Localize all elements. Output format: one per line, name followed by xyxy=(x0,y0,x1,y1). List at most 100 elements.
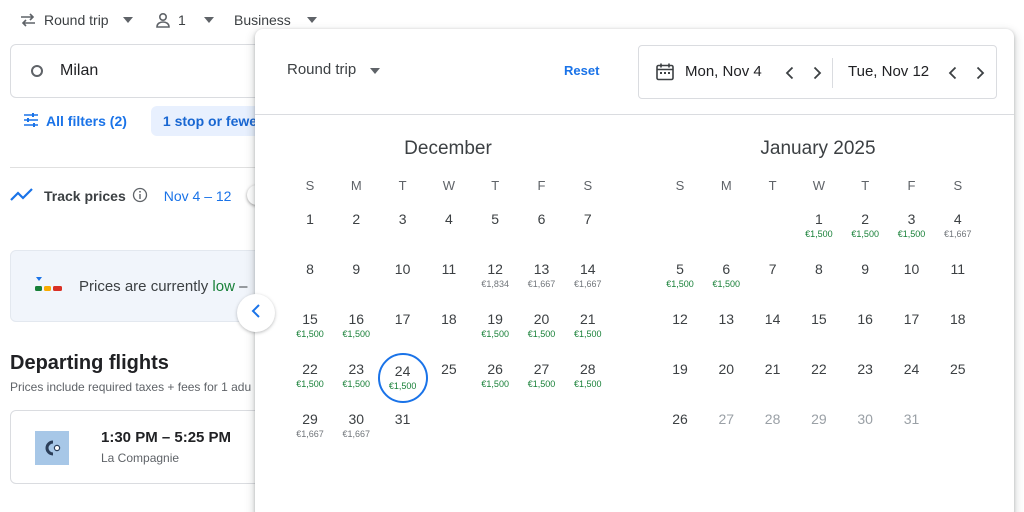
trip-type-selector[interactable]: Round trip xyxy=(18,8,133,32)
track-prices-label: Track prices xyxy=(44,188,126,204)
calendar-day[interactable]: 12 xyxy=(657,305,703,351)
calendar-day[interactable]: 24 xyxy=(889,355,935,401)
info-icon[interactable] xyxy=(132,187,148,206)
origin-value: Milan xyxy=(60,62,99,79)
calendar-day[interactable]: 10 xyxy=(380,255,426,301)
calendar-day[interactable]: 8 xyxy=(796,255,842,301)
calendar-day-selected[interactable]: 24 €1,500 xyxy=(377,353,428,403)
calendar-day[interactable]: 7 xyxy=(750,255,796,301)
day-price: €1,500 xyxy=(296,379,324,389)
day-number: 2 xyxy=(352,211,361,227)
calendar-day[interactable]: 3 €1,500 xyxy=(889,205,935,251)
day-number: 16 xyxy=(348,311,365,327)
day-price: €1,500 xyxy=(527,379,556,389)
tune-icon xyxy=(22,111,40,132)
calendar-day[interactable]: 12 €1,834 xyxy=(472,255,518,301)
calendar-day[interactable]: 28 €1,500 xyxy=(565,355,611,401)
calendar-day[interactable]: 6 €1,500 xyxy=(703,255,749,301)
calendar-day[interactable]: 16 €1,500 xyxy=(333,305,379,351)
calendar-day[interactable]: 23 xyxy=(842,355,888,401)
calendar-day[interactable]: 15 xyxy=(796,305,842,351)
calendar-day[interactable]: 6 xyxy=(519,205,565,251)
calendar-day[interactable]: 19 xyxy=(657,355,703,401)
chevron-left-icon[interactable] xyxy=(942,63,962,83)
calendar-day[interactable]: 4 €1,667 xyxy=(935,205,981,251)
calendar-day[interactable]: 22 xyxy=(796,355,842,401)
calendar-day[interactable]: 2 €1,500 xyxy=(842,205,888,251)
calendar-day[interactable]: 30 €1,667 xyxy=(333,405,379,451)
calendar-day[interactable]: 5 €1,500 xyxy=(657,255,703,301)
reset-button[interactable]: Reset xyxy=(564,63,599,78)
calendar-day[interactable]: 22 €1,500 xyxy=(287,355,333,401)
chevron-right-icon[interactable] xyxy=(807,63,827,83)
triangle-down-icon xyxy=(370,61,381,78)
day-number: 23 xyxy=(348,361,365,377)
calendar-day[interactable]: 21 xyxy=(750,355,796,401)
day-number: 1 xyxy=(306,211,314,227)
calendar-day[interactable]: 26 xyxy=(657,405,703,451)
day-number: 26 xyxy=(487,361,503,377)
calendar-day[interactable]: 4 xyxy=(426,205,472,251)
picker-trip-type-selector[interactable]: Round trip xyxy=(287,61,381,78)
calendar-day[interactable]: 5 xyxy=(472,205,518,251)
calendar-day[interactable]: 9 xyxy=(842,255,888,301)
day-number: 26 xyxy=(672,411,688,427)
origin-circle-icon xyxy=(31,65,43,77)
calendar-day[interactable]: 2 xyxy=(333,205,379,251)
passenger-selector[interactable]: 1 xyxy=(154,8,214,32)
calendar-day[interactable]: 21 €1,500 xyxy=(565,305,611,351)
calendar-day[interactable]: 14 xyxy=(750,305,796,351)
calendar-day[interactable]: 15 €1,500 xyxy=(287,305,333,351)
calendar-day[interactable]: 26 €1,500 xyxy=(472,355,518,401)
calendar-day[interactable]: 1 xyxy=(287,205,333,251)
day-number: 9 xyxy=(352,261,361,277)
calendar-day[interactable]: 14 €1,667 xyxy=(565,255,611,301)
calendar-day[interactable]: 20 €1,500 xyxy=(519,305,565,351)
calendar-day[interactable]: 17 xyxy=(380,305,426,351)
day-price: €1,500 xyxy=(574,329,602,339)
calendar-day[interactable]: 10 xyxy=(889,255,935,301)
flight-result-card[interactable]: 1:30 PM – 5:25 PM La Compagnie xyxy=(10,410,290,484)
calendar-day[interactable]: 7 xyxy=(565,205,611,251)
calendar-day[interactable]: 31 xyxy=(380,405,426,451)
all-filters-button[interactable]: All filters (2) xyxy=(10,106,139,136)
previous-month-button[interactable] xyxy=(237,294,275,332)
calendar-day: 30 xyxy=(842,405,888,451)
day-number: 11 xyxy=(950,261,966,277)
calendar-day[interactable]: 9 xyxy=(333,255,379,301)
date-range-box: Mon, Nov 4 Tue, Nov 12 xyxy=(638,45,997,99)
calendar-day[interactable]: 27 €1,500 xyxy=(519,355,565,401)
price-level-icon xyxy=(35,274,63,299)
return-date-field[interactable]: Tue, Nov 12 xyxy=(848,63,929,80)
calendar-day[interactable]: 3 xyxy=(380,205,426,251)
calendar-day[interactable]: 13 xyxy=(703,305,749,351)
calendar-day[interactable]: 20 xyxy=(703,355,749,401)
day-number: 9 xyxy=(861,261,870,277)
chevron-left-icon[interactable] xyxy=(779,63,799,83)
weekday-header: T xyxy=(768,178,777,193)
calendar-day[interactable]: 23 €1,500 xyxy=(333,355,379,401)
day-number: 21 xyxy=(580,311,596,327)
weekday-header: S xyxy=(953,178,963,193)
calendar-day[interactable]: 19 €1,500 xyxy=(472,305,518,351)
calendar-day[interactable]: 8 xyxy=(287,255,333,301)
calendar-day[interactable]: 29 €1,667 xyxy=(287,405,333,451)
calendar-day[interactable]: 11 xyxy=(426,255,472,301)
calendar-day[interactable]: 13 €1,667 xyxy=(519,255,565,301)
calendar-day[interactable]: 25 xyxy=(935,355,981,401)
departure-date-field[interactable]: Mon, Nov 4 xyxy=(685,63,762,80)
calendar-day[interactable]: 17 xyxy=(889,305,935,351)
day-number: 14 xyxy=(764,311,781,327)
calendar-day[interactable]: 25 xyxy=(426,355,472,401)
calendar-day[interactable]: 11 xyxy=(935,255,981,301)
day-number: 8 xyxy=(814,261,823,277)
chevron-right-icon[interactable] xyxy=(970,63,990,83)
calendar-day[interactable]: 1 €1,500 xyxy=(796,205,842,251)
calendar-day[interactable]: 18 xyxy=(935,305,981,351)
trend-line-icon xyxy=(10,187,34,206)
calendar-day[interactable]: 18 xyxy=(426,305,472,351)
day-number: 19 xyxy=(487,311,503,327)
calendar-day[interactable]: 16 xyxy=(842,305,888,351)
calendar-day: 27 xyxy=(703,405,749,451)
day-number: 23 xyxy=(857,361,873,377)
